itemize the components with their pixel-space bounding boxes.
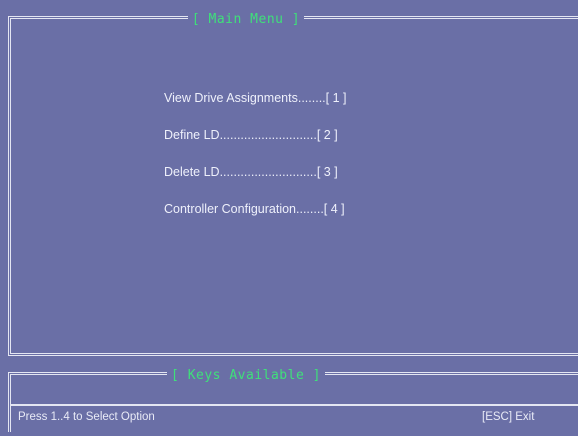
- menu-item-controller-configuration[interactable]: Controller Configuration........[ 4 ]: [164, 199, 346, 236]
- bios-screen: [ Main Menu ] View Drive Assignments....…: [0, 0, 578, 436]
- main-menu-list: View Drive Assignments........[ 1 ] Defi…: [164, 88, 346, 236]
- main-menu-title-bar: [ Main Menu ]: [0, 9, 533, 29]
- keys-available-title: [ Keys Available ]: [167, 367, 325, 385]
- esc-exit-key[interactable]: [ESC] Exit: [482, 411, 534, 423]
- menu-item-define-ld[interactable]: Define LD............................[ 2…: [164, 125, 346, 162]
- menu-item-view-drive-assignments[interactable]: View Drive Assignments........[ 1 ]: [164, 88, 346, 125]
- menu-item-delete-ld[interactable]: Delete LD............................[ 3…: [164, 162, 346, 199]
- keys-available-title-bar: [ Keys Available ]: [0, 365, 533, 385]
- select-option-hint: Press 1..4 to Select Option: [18, 411, 155, 423]
- status-bar: Press 1..4 to Select Option [ESC] Exit: [10, 404, 578, 428]
- main-menu-title: [ Main Menu ]: [187, 11, 305, 29]
